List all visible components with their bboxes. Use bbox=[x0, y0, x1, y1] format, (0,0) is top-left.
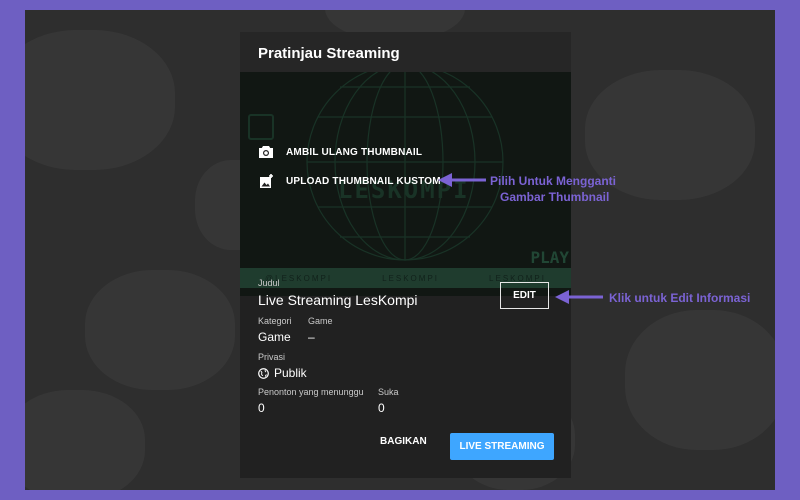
waiting-viewers-section: Penonton yang menunggu 0 bbox=[258, 387, 364, 415]
category-section: Kategori Game bbox=[258, 316, 292, 344]
camo-shape bbox=[85, 270, 235, 390]
retake-thumbnail-label: AMBIL ULANG THUMBNAIL bbox=[286, 146, 423, 158]
edit-annotation: Klik untuk Edit Informasi bbox=[609, 291, 751, 305]
thumbnail-annotation-line1: Pilih Untuk Mengganti bbox=[490, 174, 616, 188]
privacy-value-row: Publik bbox=[258, 366, 307, 380]
globe-icon bbox=[258, 367, 269, 379]
stream-preview-dialog: Pratinjau Streaming LESKOMPI PLAY @LESKO… bbox=[240, 32, 571, 478]
arrow-icon bbox=[438, 173, 486, 187]
camo-shape bbox=[25, 390, 145, 490]
waiting-viewers-label: Penonton yang menunggu bbox=[258, 387, 364, 397]
title-section: Judul Live Streaming LesKompi bbox=[258, 278, 418, 308]
likes-label: Suka bbox=[378, 387, 399, 397]
dialog-title: Pratinjau Streaming bbox=[240, 32, 571, 72]
camera-icon bbox=[258, 144, 274, 160]
live-streaming-button[interactable]: LIVE STREAMING bbox=[450, 433, 554, 460]
game-label: Game bbox=[308, 316, 333, 326]
retake-thumbnail-button[interactable]: AMBIL ULANG THUMBNAIL bbox=[258, 144, 422, 160]
likes-section: Suka 0 bbox=[378, 387, 399, 415]
share-button[interactable]: BAGIKAN bbox=[380, 436, 427, 447]
camo-shape bbox=[625, 310, 775, 450]
privacy-value: Publik bbox=[274, 366, 307, 380]
likes-value: 0 bbox=[378, 401, 385, 415]
add-photo-icon bbox=[258, 173, 274, 189]
category-label: Kategori bbox=[258, 316, 292, 326]
game-value: – bbox=[308, 330, 315, 344]
upload-thumbnail-button[interactable]: UPLOAD THUMBNAIL KUSTOM bbox=[258, 173, 441, 189]
privacy-label: Privasi bbox=[258, 352, 286, 362]
title-label: Judul bbox=[258, 278, 280, 288]
arrow-icon bbox=[555, 290, 603, 304]
upload-thumbnail-label: UPLOAD THUMBNAIL KUSTOM bbox=[286, 175, 441, 187]
category-value: Game bbox=[258, 330, 291, 344]
title-value: Live Streaming LesKompi bbox=[258, 292, 418, 308]
thumbnail-annotation-line2: Gambar Thumbnail bbox=[500, 190, 610, 204]
camo-shape bbox=[25, 30, 175, 170]
waiting-viewers-value: 0 bbox=[258, 401, 265, 415]
privacy-section: Privasi Publik bbox=[258, 352, 307, 380]
edit-button[interactable]: EDIT bbox=[500, 282, 549, 309]
game-section: Game – bbox=[308, 316, 333, 344]
